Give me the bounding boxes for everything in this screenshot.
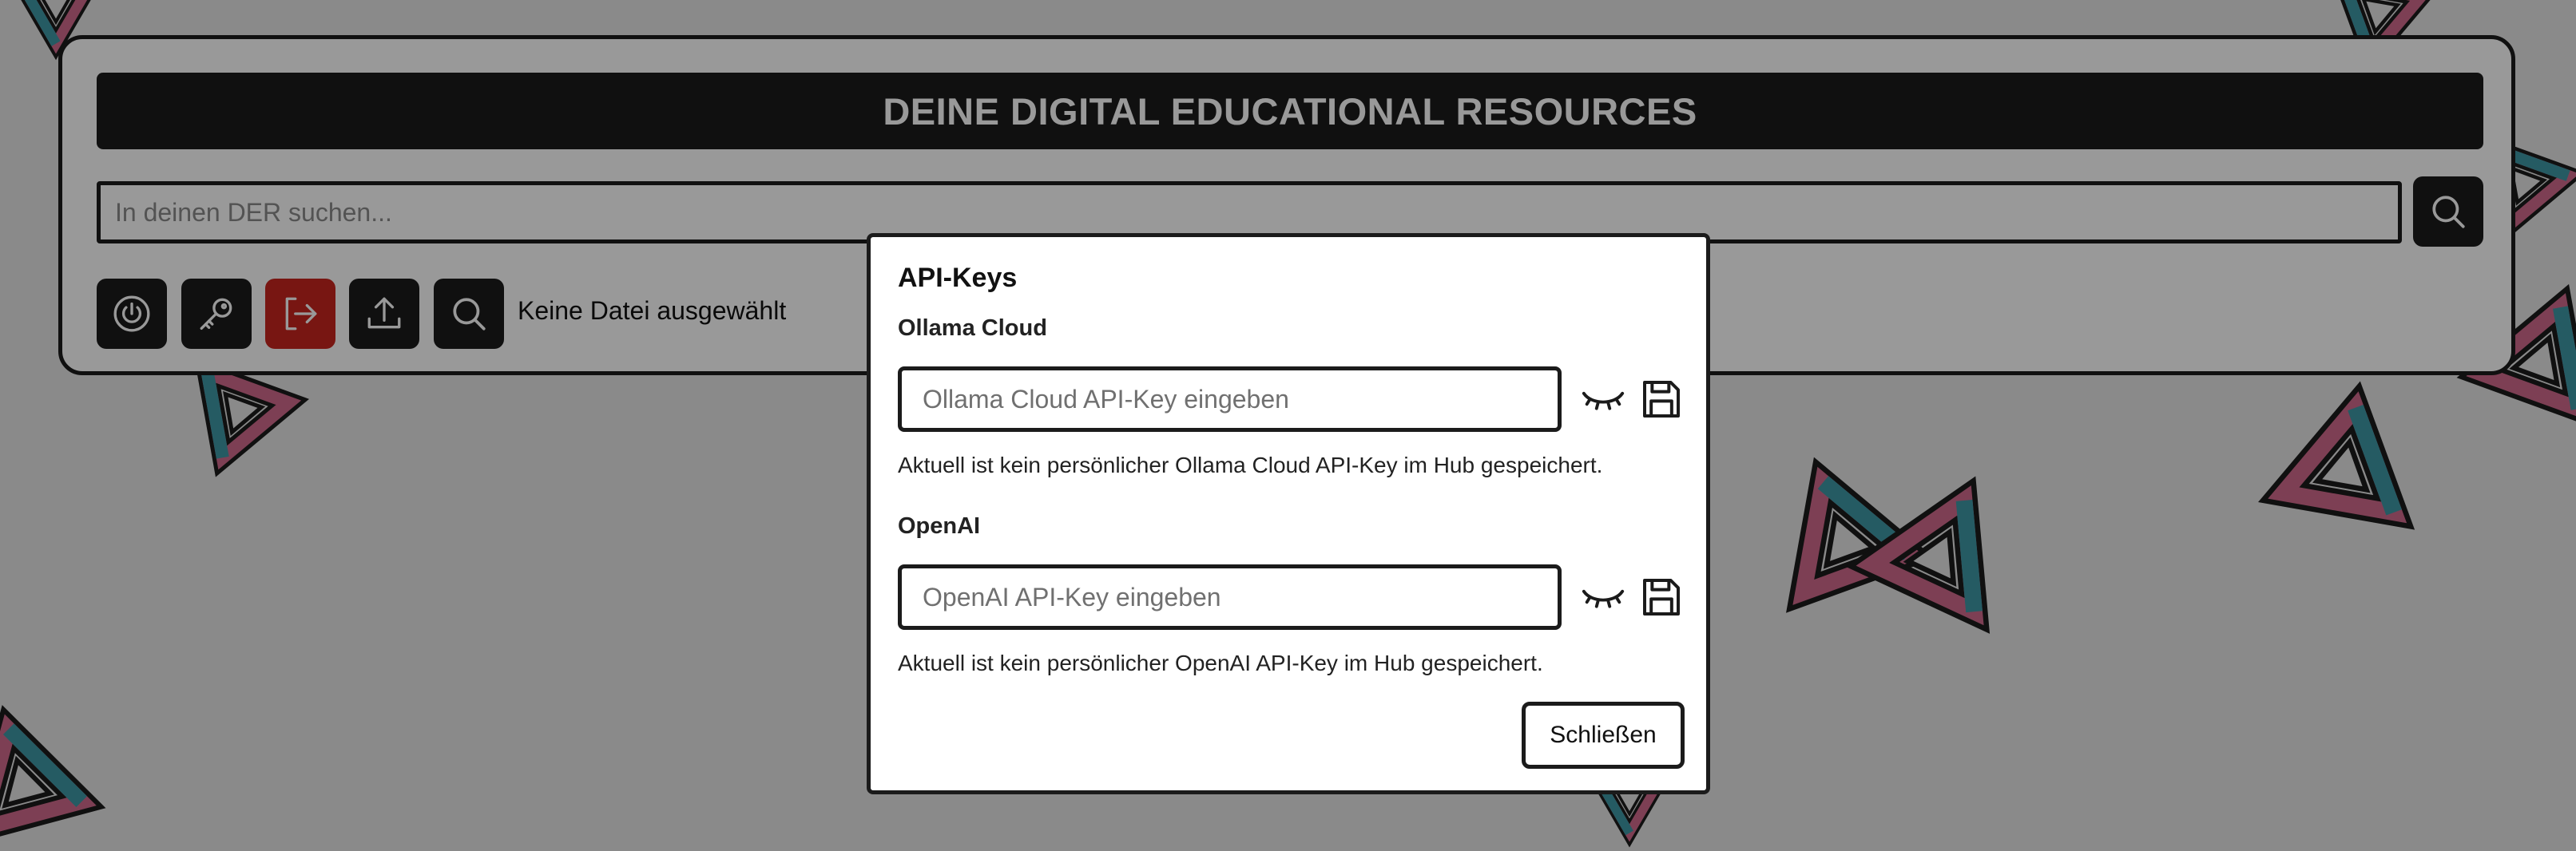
- openai-save-button[interactable]: [1636, 572, 1687, 623]
- eye-closed-icon: [1582, 391, 1625, 410]
- openai-toggle-visibility-button[interactable]: [1578, 572, 1629, 623]
- openai-label: OpenAI: [898, 513, 981, 539]
- openai-api-key-input[interactable]: [898, 564, 1562, 630]
- ollama-status-text: Aktuell ist kein persönlicher Ollama Clo…: [898, 453, 1603, 477]
- ollama-cloud-label: Ollama Cloud: [898, 315, 1047, 341]
- save-icon: [1643, 381, 1680, 418]
- save-icon: [1643, 579, 1680, 615]
- close-button[interactable]: Schließen: [1522, 702, 1685, 769]
- ollama-api-key-input[interactable]: [898, 366, 1562, 432]
- dialog-title: API-Keys: [898, 263, 1018, 293]
- eye-closed-icon: [1582, 589, 1625, 608]
- ollama-toggle-visibility-button[interactable]: [1578, 374, 1629, 425]
- ollama-save-button[interactable]: [1636, 374, 1687, 425]
- api-keys-dialog: API-Keys Ollama Cloud Aktuell ist kein p…: [867, 233, 1710, 794]
- openai-status-text: Aktuell ist kein persönlicher OpenAI API…: [898, 651, 1543, 675]
